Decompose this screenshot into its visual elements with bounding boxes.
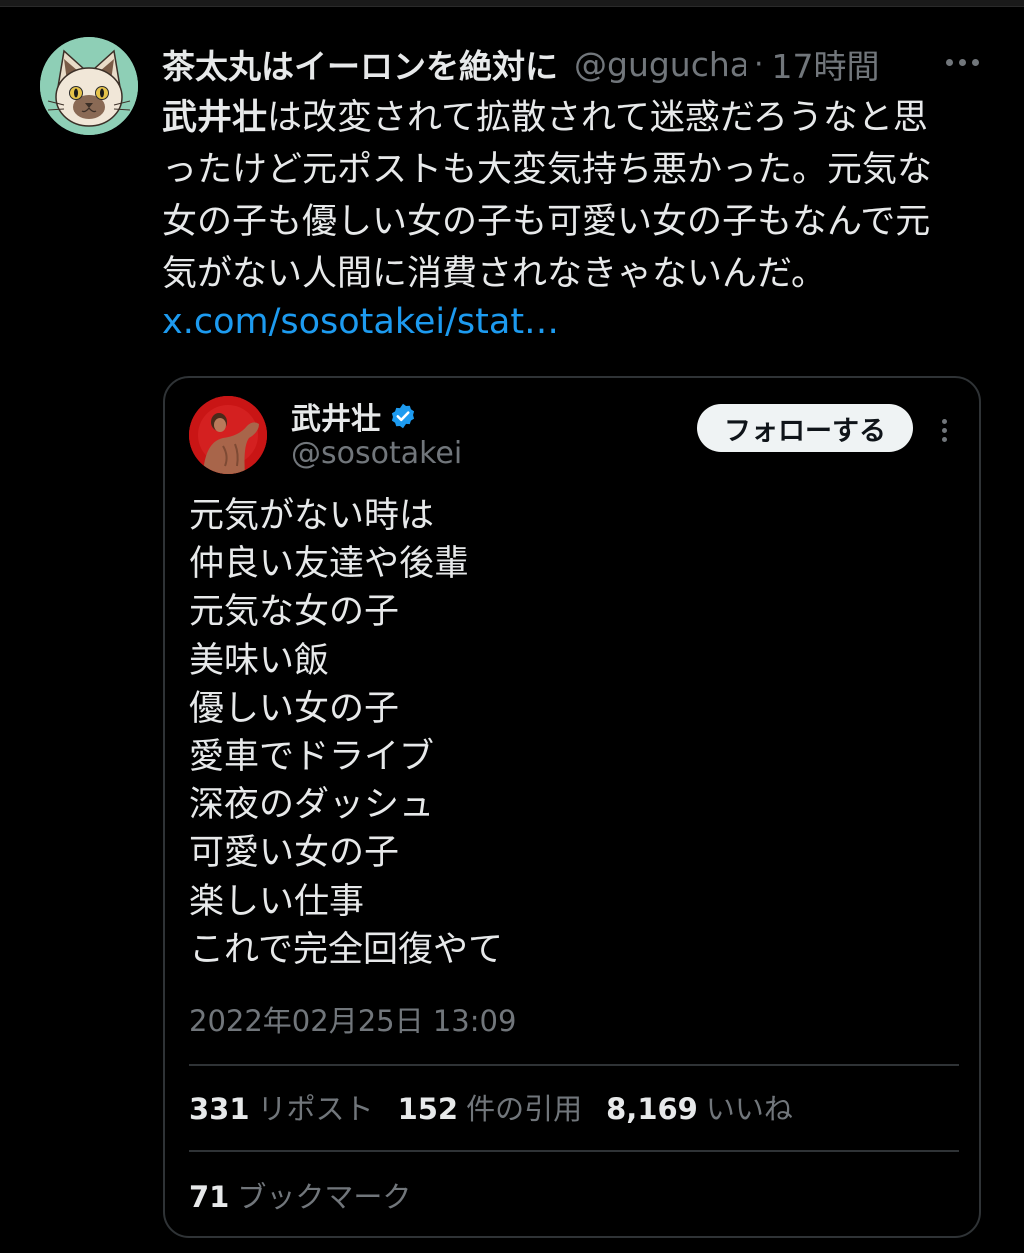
quote-text: 元気がない時は 仲良い友達や後輩 元気な女の子 美味い飯 優しい女の子 愛車でド… [189, 492, 503, 974]
quotes-count: 152 [397, 1092, 459, 1126]
person-avatar-icon[interactable] [189, 396, 267, 474]
user-handle[interactable]: @guguchat [574, 45, 746, 84]
likes-count: 8,169 [606, 1092, 698, 1126]
quote-handle[interactable]: @sosotakei [291, 436, 462, 471]
divider [189, 1150, 959, 1152]
quotes-stat[interactable]: 152 件の引用 [398, 1086, 583, 1128]
likes-stat[interactable]: 8,169 いいね [606, 1086, 793, 1128]
engagement-stats: 331 リポスト 152 件の引用 8,169 いいね [189, 1086, 817, 1128]
quote-line: 元気がない時は [189, 496, 435, 536]
quote-timestamp[interactable]: 2022年02月25日 13:09 [189, 998, 516, 1040]
tweet-text: 武井壮は改変されて拡散されて迷惑だろうなと思 ったけど元ポストも大変気持ち悪かっ… [162, 92, 982, 300]
quote-line: 仲良い友達や後輩 [189, 544, 470, 585]
cat-avatar-icon[interactable] [40, 37, 138, 135]
quote-display-name[interactable]: 武井壮 [291, 394, 381, 438]
tweet-header: 茶太丸はイーロンを絶対に @guguchat · 17時間 [162, 40, 992, 88]
bookmarks-count: 71 [189, 1180, 230, 1214]
reposts-count: 331 [189, 1092, 250, 1126]
quotes-label: 件の引用 [466, 1092, 583, 1126]
quote-line: 愛車でドライブ [189, 737, 435, 778]
quote-line: 可愛い女の子 [189, 833, 400, 874]
quote-line: 優しい女の子 [189, 688, 400, 729]
quote-line: 美味い飯 [189, 640, 330, 681]
quote-line: 元気な女の子 [189, 592, 400, 633]
reposts-stat[interactable]: 331 リポスト [189, 1086, 374, 1128]
tweet-link[interactable]: x.com/sosotakei/stat… [162, 296, 559, 348]
verified-badge-icon [391, 403, 415, 429]
quote-line: これで完全回復やて [189, 929, 503, 970]
separator-dot: · [754, 46, 764, 82]
reposts-label: リポスト [257, 1092, 374, 1126]
display-name[interactable]: 茶太丸はイーロンを絶対に [162, 40, 558, 88]
tweet-body: は改変されて拡散されて迷惑だろうなと思 ったけど元ポストも大変気持ち悪かった。元… [162, 98, 933, 294]
more-vertical-icon[interactable] [929, 410, 959, 450]
bookmarks-stat[interactable]: 71 ブックマーク [189, 1174, 411, 1216]
quote-name-row: 武井壮 [291, 394, 417, 438]
likes-label: いいね [705, 1092, 793, 1126]
follow-button[interactable]: フォローする [697, 404, 913, 452]
tweet-view: 茶太丸はイーロンを絶対に @guguchat · 17時間 武井壮は改変されて拡… [0, 0, 1024, 1253]
bookmarks-label: ブックマーク [237, 1180, 412, 1214]
quoted-tweet-card[interactable]: 武井壮 @sosotakei フォローする 元気がない時は 仲良い友達や後輩 元… [163, 376, 981, 1238]
top-divider [0, 0, 1024, 7]
tweet-time[interactable]: 17時間 [772, 40, 880, 88]
quote-line: 楽しい仕事 [189, 881, 365, 922]
mention-name: 武井壮 [162, 98, 268, 138]
quote-line: 深夜のダッシュ [189, 785, 435, 826]
more-horizontal-icon[interactable] [940, 44, 984, 80]
divider [189, 1064, 959, 1066]
